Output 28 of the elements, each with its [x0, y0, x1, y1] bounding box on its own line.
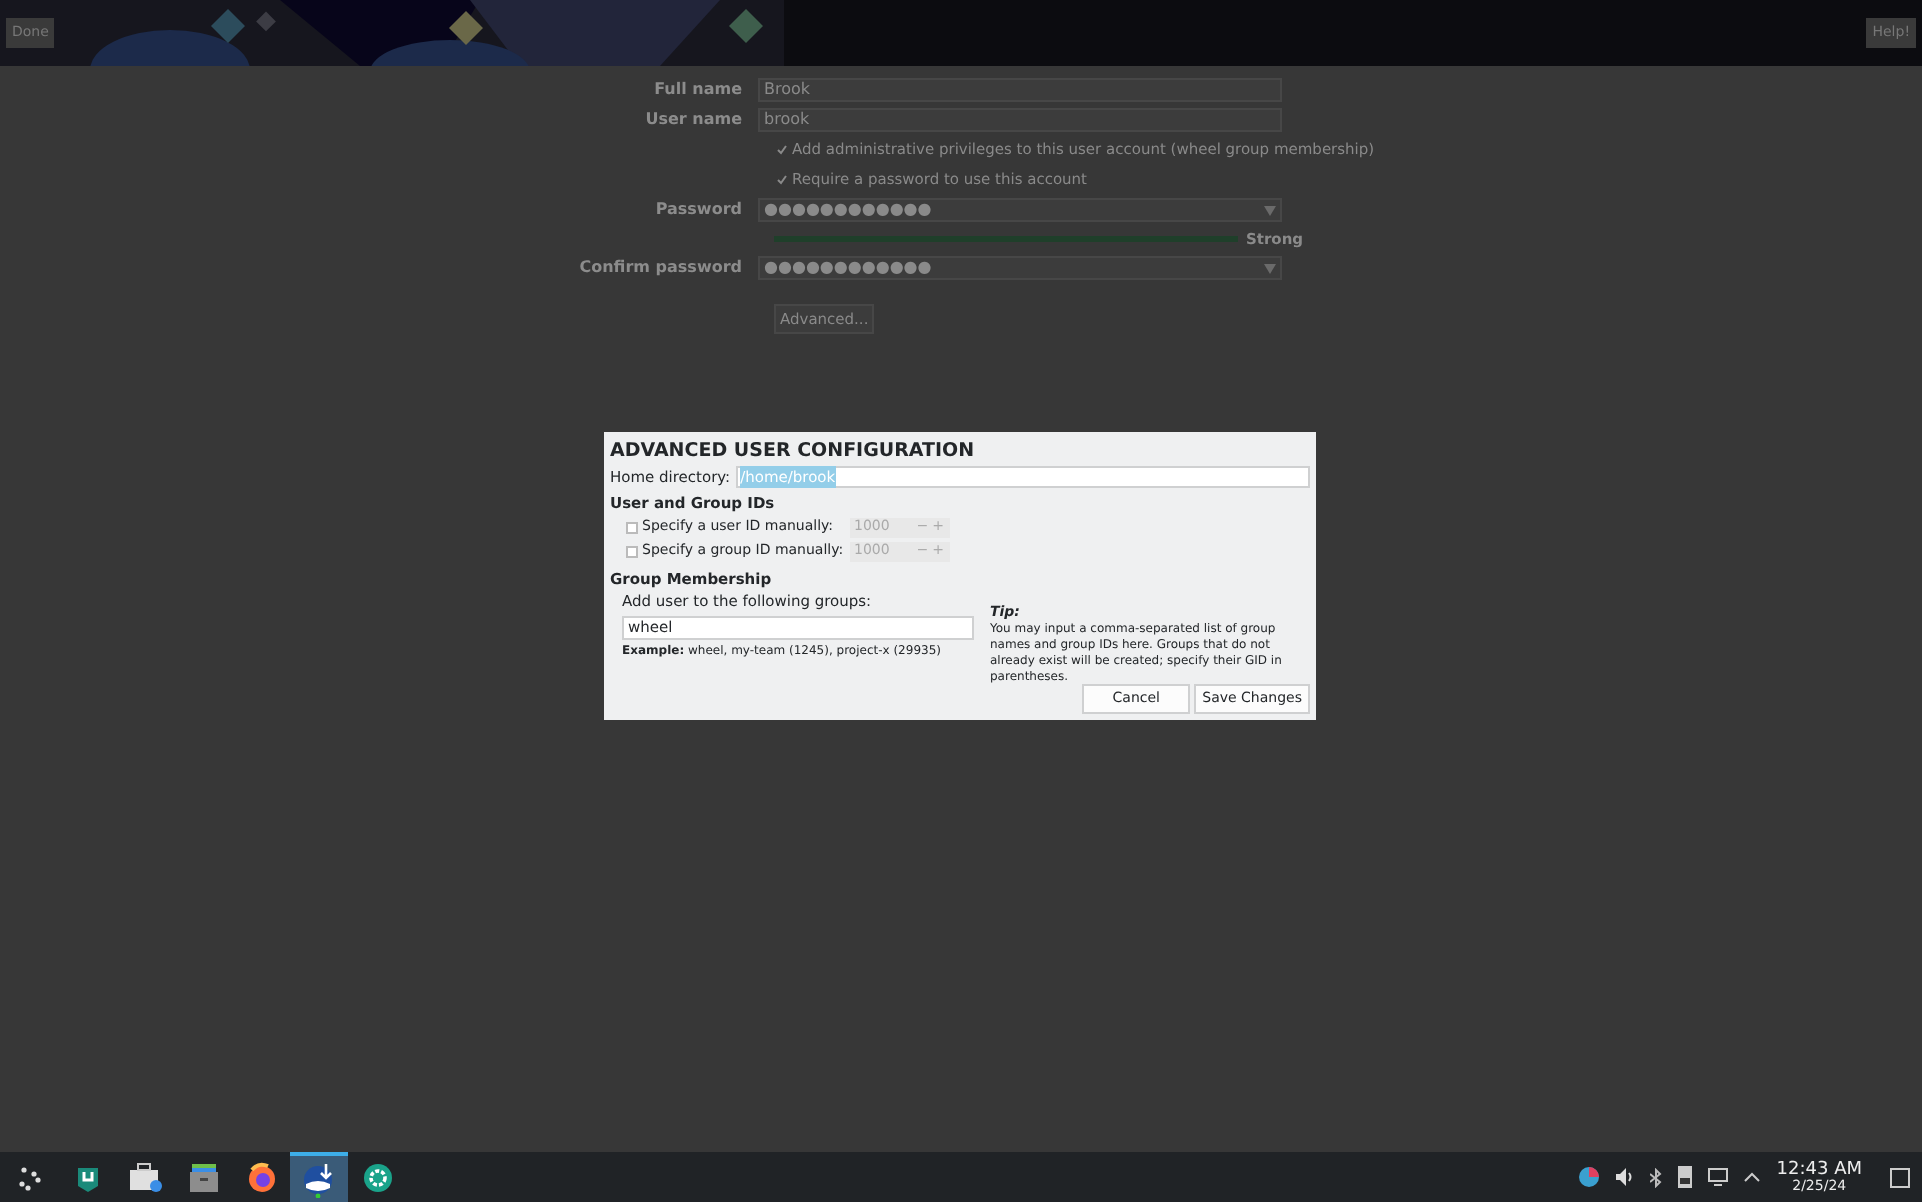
- text-field[interactable]: Brook: [758, 78, 1282, 102]
- briefcase-icon[interactable]: [127, 1161, 163, 1193]
- fox-globe-icon[interactable]: [245, 1161, 277, 1193]
- text-field[interactable]: brook: [758, 108, 1282, 132]
- monitor-icon[interactable]: [1708, 1168, 1729, 1186]
- installer-icon[interactable]: [301, 1161, 337, 1197]
- field-label: Confirm password: [577, 256, 744, 280]
- clock-time[interactable]: 12:43 AM: [1776, 1161, 1862, 1179]
- chevron-up-icon[interactable]: [1744, 1172, 1761, 1182]
- gear-icon[interactable]: [361, 1161, 393, 1193]
- text-field[interactable]: ●●●●●●●●●●●●: [758, 198, 1282, 222]
- checkbox[interactable]: [776, 144, 788, 156]
- dialog-title: ADVANCED USER CONFIGURATION: [610, 440, 977, 464]
- palette-icon[interactable]: [1578, 1166, 1601, 1188]
- text-field[interactable]: ●●●●●●●●●●●●: [758, 256, 1282, 280]
- file-cabinet-icon[interactable]: [187, 1161, 219, 1193]
- checkbox[interactable]: [776, 174, 788, 186]
- speaker-icon[interactable]: [1616, 1168, 1635, 1186]
- field-label: Password: [653, 198, 744, 222]
- checkbox[interactable]: [626, 545, 638, 557]
- field-label: User name: [643, 108, 744, 132]
- bluetooth-icon[interactable]: [1650, 1167, 1663, 1187]
- checkbox[interactable]: [626, 521, 638, 533]
- drive-icon[interactable]: [1678, 1166, 1693, 1188]
- field-label: Full name: [652, 78, 744, 102]
- launcher-icon[interactable]: [15, 1163, 43, 1191]
- taskbar-item[interactable]: [290, 1152, 348, 1202]
- show-desktop-icon[interactable]: [1890, 1167, 1910, 1187]
